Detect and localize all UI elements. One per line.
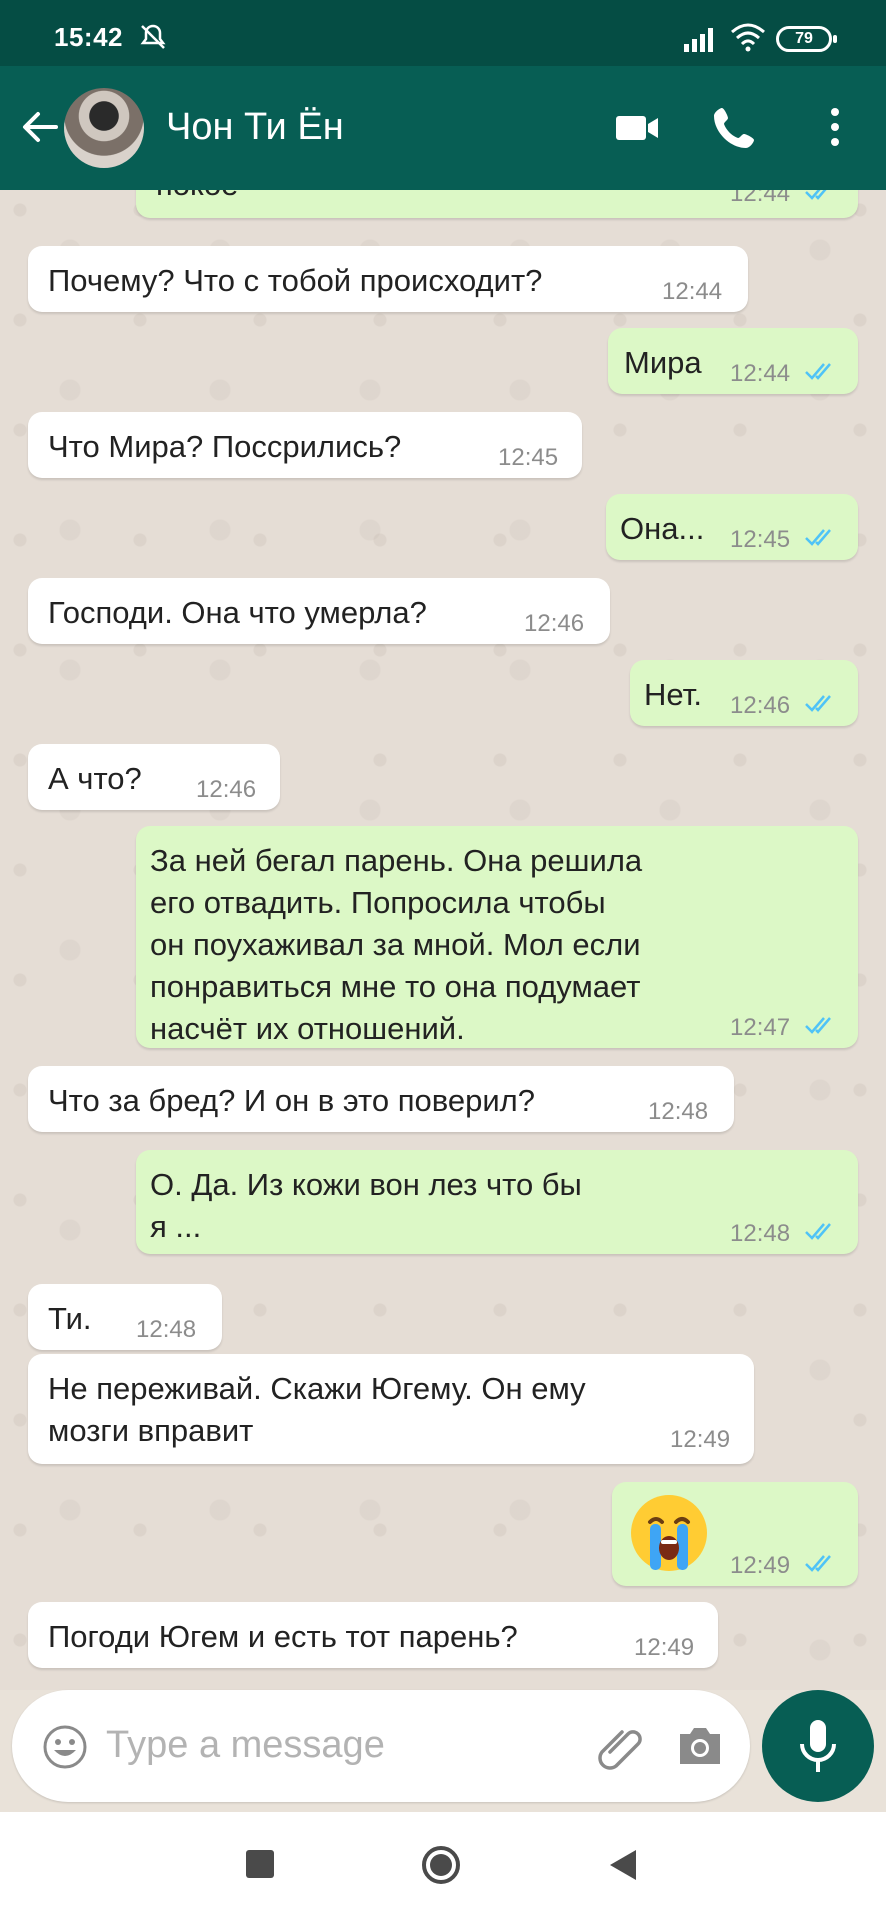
read-receipt-icon bbox=[805, 190, 827, 200]
message-text: Нет. bbox=[644, 677, 702, 712]
message-time: 12:47 bbox=[730, 1014, 791, 1041]
notifications-muted-icon bbox=[140, 24, 166, 49]
message-time: 12:45 bbox=[498, 444, 559, 471]
message-bubble-incoming[interactable]: Погоди Югем и есть тот парень? 12:49 bbox=[28, 1602, 718, 1668]
message-composer: Type a message bbox=[12, 1690, 750, 1802]
voice-message-button[interactable] bbox=[762, 1690, 874, 1802]
voice-call-icon[interactable] bbox=[712, 104, 758, 150]
video-call-icon[interactable] bbox=[614, 110, 660, 146]
system-navigation-bar bbox=[0, 1812, 886, 1920]
message-time: 12:49 bbox=[634, 1634, 695, 1661]
contact-name[interactable]: Чон Ти Ён bbox=[166, 106, 344, 149]
message-text: За ней бегал парень. Она решила его отва… bbox=[150, 843, 643, 1046]
message-text: Не переживай. Скажи Югему. Он ему мозги … bbox=[48, 1371, 586, 1448]
read-receipt-icon bbox=[805, 529, 831, 546]
message-time: 12:46 bbox=[196, 776, 257, 803]
read-receipt-icon bbox=[805, 363, 831, 380]
message-input[interactable]: Type a message bbox=[106, 1724, 385, 1767]
status-bar: 15:42 79 bbox=[0, 0, 886, 66]
message-bubble-incoming[interactable]: Что за бред? И он в это поверил? 12:48 bbox=[28, 1066, 734, 1132]
emoji-icon[interactable] bbox=[42, 1724, 88, 1770]
message-list[interactable]: покое 12:44 Почему? Что с тобой происход… bbox=[0, 190, 886, 1690]
signal-icon bbox=[684, 28, 713, 52]
back-arrow-icon[interactable] bbox=[16, 104, 62, 150]
message-bubble-outgoing[interactable]: 12:49 bbox=[612, 1482, 858, 1586]
read-receipt-icon bbox=[805, 1223, 831, 1240]
message-time: 12:49 bbox=[670, 1426, 731, 1453]
message-text: Погоди Югем и есть тот парень? bbox=[48, 1619, 518, 1654]
message-bubble-incoming[interactable]: Не переживай. Скажи Югему. Он ему мозги … bbox=[28, 1354, 754, 1464]
message-time: 12:44 bbox=[662, 278, 723, 305]
message-time: 12:48 bbox=[730, 1220, 791, 1247]
message-text: покое bbox=[156, 190, 238, 206]
message-time: 12:44 bbox=[730, 190, 791, 207]
message-text: О. Да. Из кожи вон лез что бы я ... bbox=[150, 1167, 582, 1244]
message-text: Что за бред? И он в это поверил? bbox=[48, 1083, 535, 1118]
message-time: 12:45 bbox=[730, 526, 791, 553]
message-text: Господи. Она что умерла? bbox=[48, 595, 427, 630]
message-time: 12:48 bbox=[648, 1098, 709, 1125]
message-bubble-outgoing[interactable]: О. Да. Из кожи вон лез что бы я ... 12:4… bbox=[136, 1150, 858, 1254]
message-text: А что? bbox=[48, 761, 142, 796]
message-bubble-incoming[interactable]: Что Мира? Поссрились? 12:45 bbox=[28, 412, 582, 478]
message-bubble-outgoing[interactable]: Нет. 12:46 bbox=[630, 660, 858, 726]
message-text: Мира bbox=[624, 345, 702, 380]
message-text: Она... bbox=[620, 511, 705, 546]
message-bubble-incoming[interactable]: Господи. Она что умерла? 12:46 bbox=[28, 578, 610, 644]
recent-apps-button[interactable] bbox=[246, 1850, 274, 1878]
message-text: Почему? Что с тобой происходит? bbox=[48, 263, 543, 298]
microphone-icon bbox=[800, 1720, 836, 1772]
system-back-button[interactable] bbox=[606, 1848, 640, 1882]
wifi-icon bbox=[731, 23, 765, 52]
message-bubble-incoming[interactable]: Почему? Что с тобой происходит? 12:44 bbox=[28, 246, 748, 312]
loudly-crying-face-icon bbox=[631, 1495, 707, 1571]
battery-indicator: 79 bbox=[776, 26, 837, 52]
read-receipt-icon bbox=[805, 695, 831, 712]
message-bubble-incoming[interactable]: А что? 12:46 bbox=[28, 744, 280, 810]
read-receipt-icon bbox=[805, 1017, 831, 1034]
contact-avatar[interactable] bbox=[64, 88, 144, 168]
message-bubble-incoming[interactable]: Ти. 12:48 bbox=[28, 1284, 222, 1350]
message-text: Что Мира? Поссрились? bbox=[48, 429, 402, 464]
camera-icon[interactable] bbox=[676, 1724, 724, 1768]
message-time: 12:49 bbox=[730, 1552, 791, 1579]
message-text: Ти. bbox=[48, 1301, 92, 1336]
more-options-icon[interactable] bbox=[822, 104, 848, 150]
read-receipt-icon bbox=[805, 1555, 831, 1572]
message-bubble-outgoing[interactable]: покое 12:44 bbox=[136, 190, 858, 218]
status-time: 15:42 bbox=[54, 22, 123, 52]
message-bubble-outgoing[interactable]: За ней бегал парень. Она решила его отва… bbox=[136, 826, 858, 1048]
message-time: 12:48 bbox=[136, 1316, 197, 1343]
home-button[interactable] bbox=[420, 1844, 462, 1886]
attachment-icon[interactable] bbox=[596, 1722, 646, 1772]
message-time: 12:44 bbox=[730, 360, 791, 387]
message-time: 12:46 bbox=[730, 692, 791, 719]
message-bubble-outgoing[interactable]: Мира 12:44 bbox=[608, 328, 858, 394]
message-time: 12:46 bbox=[524, 610, 585, 637]
chat-header: Чон Ти Ён bbox=[0, 66, 886, 190]
message-bubble-outgoing[interactable]: Она... 12:45 bbox=[606, 494, 858, 560]
